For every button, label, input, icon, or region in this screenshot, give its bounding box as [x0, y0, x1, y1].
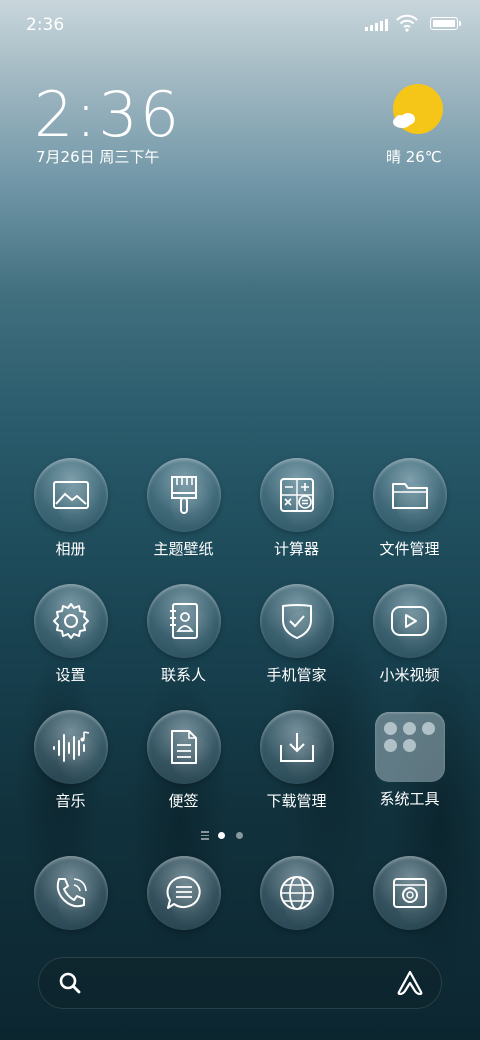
download-icon	[279, 733, 314, 762]
app-label: 联系人	[160, 666, 206, 684]
search-bar[interactable]	[38, 957, 442, 1009]
app-gallery[interactable]: 相册	[14, 458, 127, 559]
page-dot-active[interactable]	[218, 832, 225, 839]
shield-check-icon	[281, 604, 312, 639]
app-file-manager[interactable]: 文件管理	[353, 458, 466, 559]
app-label: 手机管家	[266, 666, 327, 684]
signal-icon	[365, 17, 388, 31]
contacts-icon	[169, 603, 198, 639]
app-label: 音乐	[55, 792, 86, 810]
browser-globe-icon	[279, 876, 314, 910]
clock-date[interactable]: 7月26日 周三下午	[36, 146, 159, 167]
weather-text[interactable]: 晴 26℃	[386, 146, 442, 167]
app-calculator[interactable]: 计算器	[240, 458, 353, 559]
phone-icon	[56, 878, 87, 908]
gallery-icon	[52, 481, 89, 509]
app-label: 便签	[168, 792, 199, 810]
app-label: 系统工具	[379, 790, 440, 808]
calculator-icon	[279, 478, 314, 512]
app-music[interactable]: 音乐	[14, 710, 127, 811]
play-video-icon	[390, 606, 429, 636]
page-dot[interactable]	[236, 832, 243, 839]
app-label: 文件管理	[379, 540, 440, 558]
dock-phone[interactable]	[14, 856, 127, 930]
app-folder-system-tools[interactable]: 系统工具	[353, 710, 466, 809]
app-settings[interactable]: 设置	[14, 584, 127, 685]
page-list-icon[interactable]	[201, 831, 209, 840]
app-download-manager[interactable]: 下载管理	[240, 710, 353, 811]
status-bar: 2:36	[0, 0, 480, 50]
app-label: 计算器	[273, 540, 319, 558]
status-time: 2:36	[26, 15, 65, 35]
sunny-cloud-icon[interactable]	[392, 84, 444, 136]
clock-time[interactable]: 2:36	[34, 78, 181, 151]
app-theme-wallpaper[interactable]: 主题壁纸	[127, 458, 240, 559]
assistant-icon[interactable]	[396, 969, 424, 997]
battery-icon	[430, 17, 461, 30]
brush-icon	[170, 476, 197, 514]
music-wave-icon	[52, 731, 89, 762]
app-label: 相册	[55, 540, 86, 558]
app-security[interactable]: 手机管家	[240, 584, 353, 685]
dock-browser[interactable]	[240, 856, 353, 930]
gear-icon	[52, 603, 89, 639]
app-label: 主题壁纸	[153, 540, 214, 558]
app-label: 下载管理	[266, 792, 327, 810]
app-label: 设置	[55, 666, 86, 684]
camera-icon	[392, 878, 427, 908]
folder-icon	[391, 483, 428, 509]
wifi-icon	[396, 14, 418, 32]
search-icon[interactable]	[58, 971, 82, 995]
dock-camera[interactable]	[353, 856, 466, 930]
app-contacts[interactable]: 联系人	[127, 584, 240, 685]
note-icon	[170, 730, 197, 764]
app-mi-video[interactable]: 小米视频	[353, 584, 466, 685]
folder-grid-icon	[374, 712, 445, 782]
page-indicator	[0, 829, 480, 843]
message-icon	[166, 875, 201, 909]
dock-messages[interactable]	[127, 856, 240, 930]
app-notes[interactable]: 便签	[127, 710, 240, 811]
app-label: 小米视频	[379, 666, 440, 684]
